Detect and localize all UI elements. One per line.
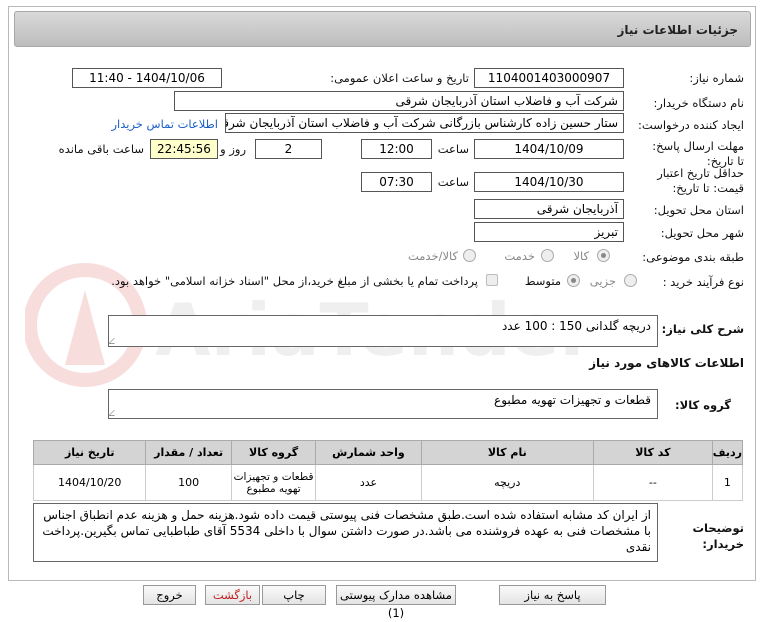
col-header-date: تاریخ نیاز (32, 440, 147, 465)
category-option-service: خدمت (504, 249, 535, 263)
table-header-row: ردیف کد کالا نام کالا واحد شمارش گروه کا… (32, 440, 744, 465)
col-header-group: گروه کالا (230, 440, 317, 465)
title-bar: جزئیات اطلاعات نیاز (14, 11, 751, 47)
validity-label: حداقل تاریخ اعتبار قیمت: تا تاریخ: (657, 166, 744, 195)
goods-section-title: اطلاعات کالاهای مورد نیاز (589, 356, 744, 370)
category-label: طبقه بندی موضوعی: (642, 250, 744, 264)
requester-field: ستار حسین زاده کارشناس بازرگانی شرکت آب … (225, 113, 624, 133)
process-option-medium: متوسط (524, 274, 561, 288)
items-table: ردیف کد کالا نام کالا واحد شمارش گروه کا… (32, 440, 744, 501)
category-option-goods: کالا (573, 249, 589, 263)
goods-group-label: گروه کالا: (675, 398, 731, 412)
category-radio-goods-service[interactable] (463, 249, 476, 262)
col-header-unit: واحد شمارش (315, 440, 422, 465)
province-field: آذربایجان شرقی (474, 199, 624, 219)
exit-button[interactable]: خروج (143, 585, 196, 605)
buyer-notes-label: توضیحات خریدار: (692, 521, 745, 551)
need-number-field: 1104001403000907 (474, 68, 624, 88)
col-header-row-number: ردیف (711, 440, 744, 465)
process-radio-minor[interactable] (624, 274, 637, 287)
buyer-notes-textarea[interactable]: از ایران کد مشابه استفاده شده است.طبق مش… (33, 503, 658, 562)
print-button[interactable]: چاپ (262, 585, 326, 605)
description-text: دریچه گلدانی 150 : 100 عدد (501, 319, 651, 333)
process-label: نوع فرآیند خرید : (662, 275, 744, 289)
treasury-checkbox[interactable] (486, 274, 498, 286)
page-title: جزئیات اطلاعات نیاز (617, 23, 738, 37)
cell-group: قطعات و تجهیزات تهویه مطبوع (230, 464, 317, 501)
attachments-button[interactable]: مشاهده مدارک پیوستی (1) (336, 585, 456, 620)
cell-date: 1404/10/20 (32, 464, 147, 501)
send-date-field: 1404/10/09 (474, 139, 624, 159)
cell-name: دریچه (420, 464, 594, 501)
category-radio-service[interactable] (541, 249, 554, 262)
buyer-org-label: نام دستگاه خریدار: (653, 96, 744, 110)
cell-quantity: 100 (145, 464, 232, 501)
resize-grip-icon (109, 410, 120, 416)
category-option-goods-service: کالا/خدمت (407, 249, 458, 263)
back-button[interactable]: بازگشت (205, 585, 260, 605)
buyer-org-field: شرکت آب و فاضلاب استان آذربایجان شرقی (174, 91, 624, 111)
goods-group-textarea[interactable]: قطعات و تجهیزات تهویه مطبوع (108, 389, 658, 419)
category-radio-goods[interactable] (597, 249, 610, 262)
need-number-label: شماره نیاز: (689, 71, 744, 85)
reply-button[interactable]: پاسخ به نیاز (499, 585, 606, 605)
buyer-notes-text: از ایران کد مشابه استفاده شده است.طبق مش… (42, 508, 651, 554)
announce-label: تاریخ و ساعت اعلان عمومی: (330, 71, 469, 85)
validity-time-label: ساعت (437, 175, 469, 189)
city-label: شهر محل تحویل: (660, 226, 744, 240)
validity-time-field: 07:30 (361, 172, 432, 192)
city-field: تبریز (474, 222, 624, 242)
col-header-quantity: تعداد / مقدار (145, 440, 232, 465)
validity-date-field: 1404/10/30 (474, 172, 624, 192)
cell-row-number: 1 (711, 464, 744, 501)
province-label: استان محل تحویل: (653, 203, 744, 217)
goods-group-text: قطعات و تجهیزات تهویه مطبوع (494, 393, 651, 407)
payment-note: پرداخت تمام یا بخشی از مبلغ خرید،از محل … (111, 274, 478, 288)
remaining-time-field: 22:45:56 (150, 139, 218, 159)
remaining-label: ساعت باقی مانده (58, 142, 144, 156)
cell-code: -- (592, 464, 713, 501)
col-header-name: نام کالا (420, 440, 594, 465)
resize-grip-icon (109, 338, 120, 344)
cell-unit: عدد (315, 464, 422, 501)
description-label: شرح کلی نیاز: (661, 322, 744, 336)
description-textarea[interactable]: دریچه گلدانی 150 : 100 عدد (108, 315, 658, 347)
send-time-label: ساعت (437, 142, 469, 156)
days-label: روز و (220, 142, 246, 156)
table-row: 1 -- دریچه عدد قطعات و تجهیزات تهویه مطب… (32, 464, 744, 501)
announce-field: 1404/10/06 - 11:40 (72, 68, 222, 88)
send-deadline-label: مهلت ارسال پاسخ: تا تاریخ: (652, 139, 744, 168)
requester-label: ایجاد کننده درخواست: (638, 118, 744, 132)
process-option-minor: جزیی (589, 274, 616, 288)
process-radio-medium[interactable] (567, 274, 580, 287)
send-time-field: 12:00 (361, 139, 432, 159)
days-field: 2 (255, 139, 322, 159)
contact-link[interactable]: اطلاعات تماس خریدار (111, 117, 218, 131)
col-header-code: کد کالا (592, 440, 713, 465)
